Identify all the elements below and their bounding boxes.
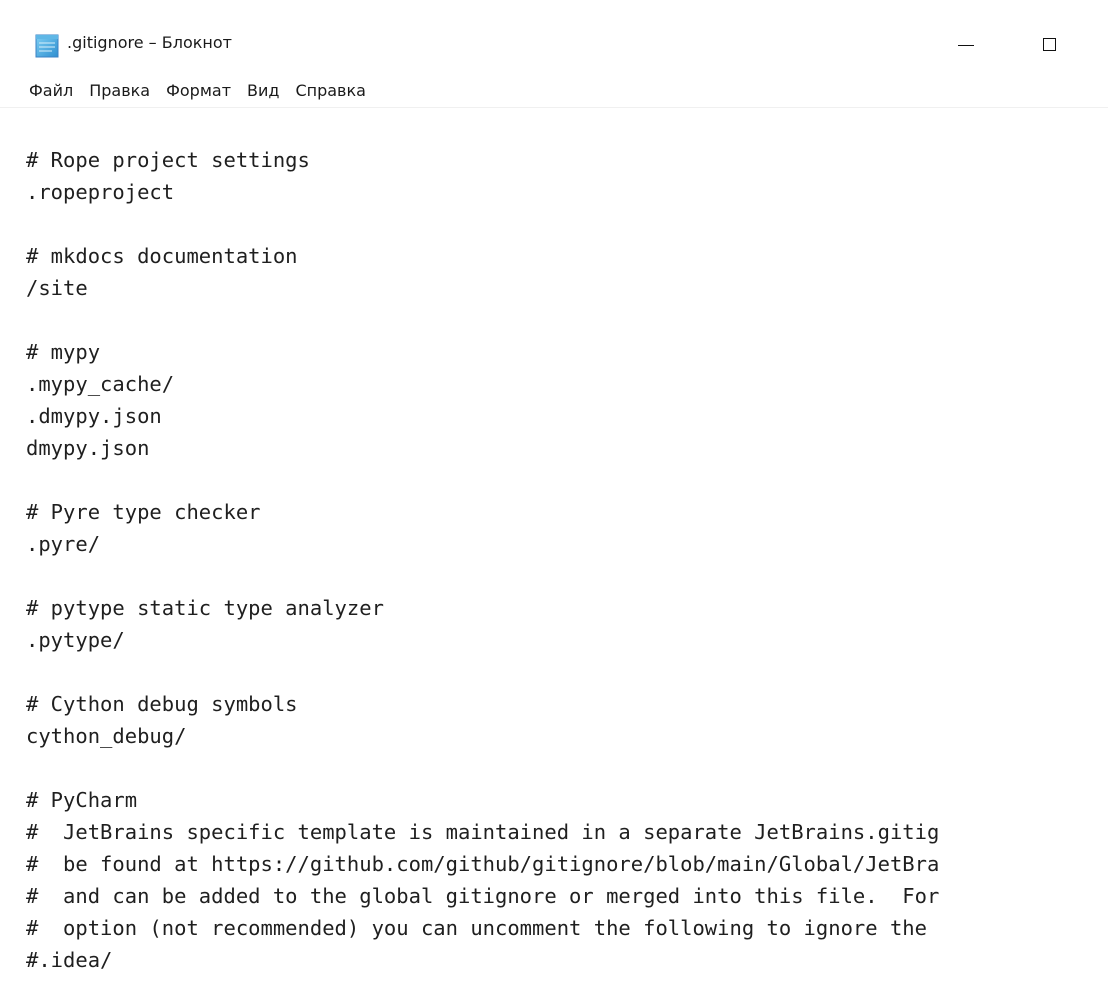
editor-line: # option (not recommended) you can uncom… <box>26 916 927 940</box>
editor-line: /site <box>26 276 88 300</box>
editor-line: .ropeproject <box>26 180 175 204</box>
text-editor[interactable]: # Rope project settings .ropeproject # m… <box>0 110 1119 999</box>
editor-line: # be found at https://github.com/github/… <box>26 852 940 876</box>
menu-help[interactable]: Справка <box>292 75 369 106</box>
editor-line: cython_debug/ <box>26 724 187 748</box>
editor-line: # pytype static type analyzer <box>26 596 384 620</box>
window-title: .gitignore – Блокнот <box>67 33 232 52</box>
minimize-button[interactable] <box>936 18 996 70</box>
menu-edit[interactable]: Правка <box>86 75 153 106</box>
menu-format[interactable]: Формат <box>163 75 234 106</box>
notepad-icon <box>35 34 59 58</box>
editor-line: # Rope project settings <box>26 148 310 172</box>
editor-line: # PyCharm <box>26 788 138 812</box>
minimize-icon <box>958 44 974 46</box>
maximize-button[interactable] <box>1019 18 1079 70</box>
editor-line: # Pyre type checker <box>26 500 261 524</box>
editor-line: # mkdocs documentation <box>26 244 298 268</box>
menu-view[interactable]: Вид <box>244 75 282 106</box>
editor-textarea[interactable]: # Rope project settings .ropeproject # m… <box>0 110 1119 999</box>
editor-line: #.idea/ <box>26 948 113 972</box>
editor-line: .pytype/ <box>26 628 125 652</box>
editor-line: # JetBrains specific template is maintai… <box>26 820 940 844</box>
menu-file[interactable]: Файл <box>26 75 76 106</box>
editor-line: .dmypy.json <box>26 404 162 428</box>
editor-line: # Cython debug symbols <box>26 692 298 716</box>
editor-line: # mypy <box>26 340 101 364</box>
editor-line: .pyre/ <box>26 532 101 556</box>
menu-bar: Файл Правка Формат Вид Справка <box>0 74 1108 108</box>
title-bar: .gitignore – Блокнот <box>0 0 1119 72</box>
editor-line: .mypy_cache/ <box>26 372 175 396</box>
maximize-icon <box>1042 37 1056 51</box>
editor-line: # and can be added to the global gitigno… <box>26 884 940 908</box>
editor-line: dmypy.json <box>26 436 150 460</box>
notepad-window: .gitignore – Блокнот Файл Правка Формат … <box>0 0 1119 999</box>
